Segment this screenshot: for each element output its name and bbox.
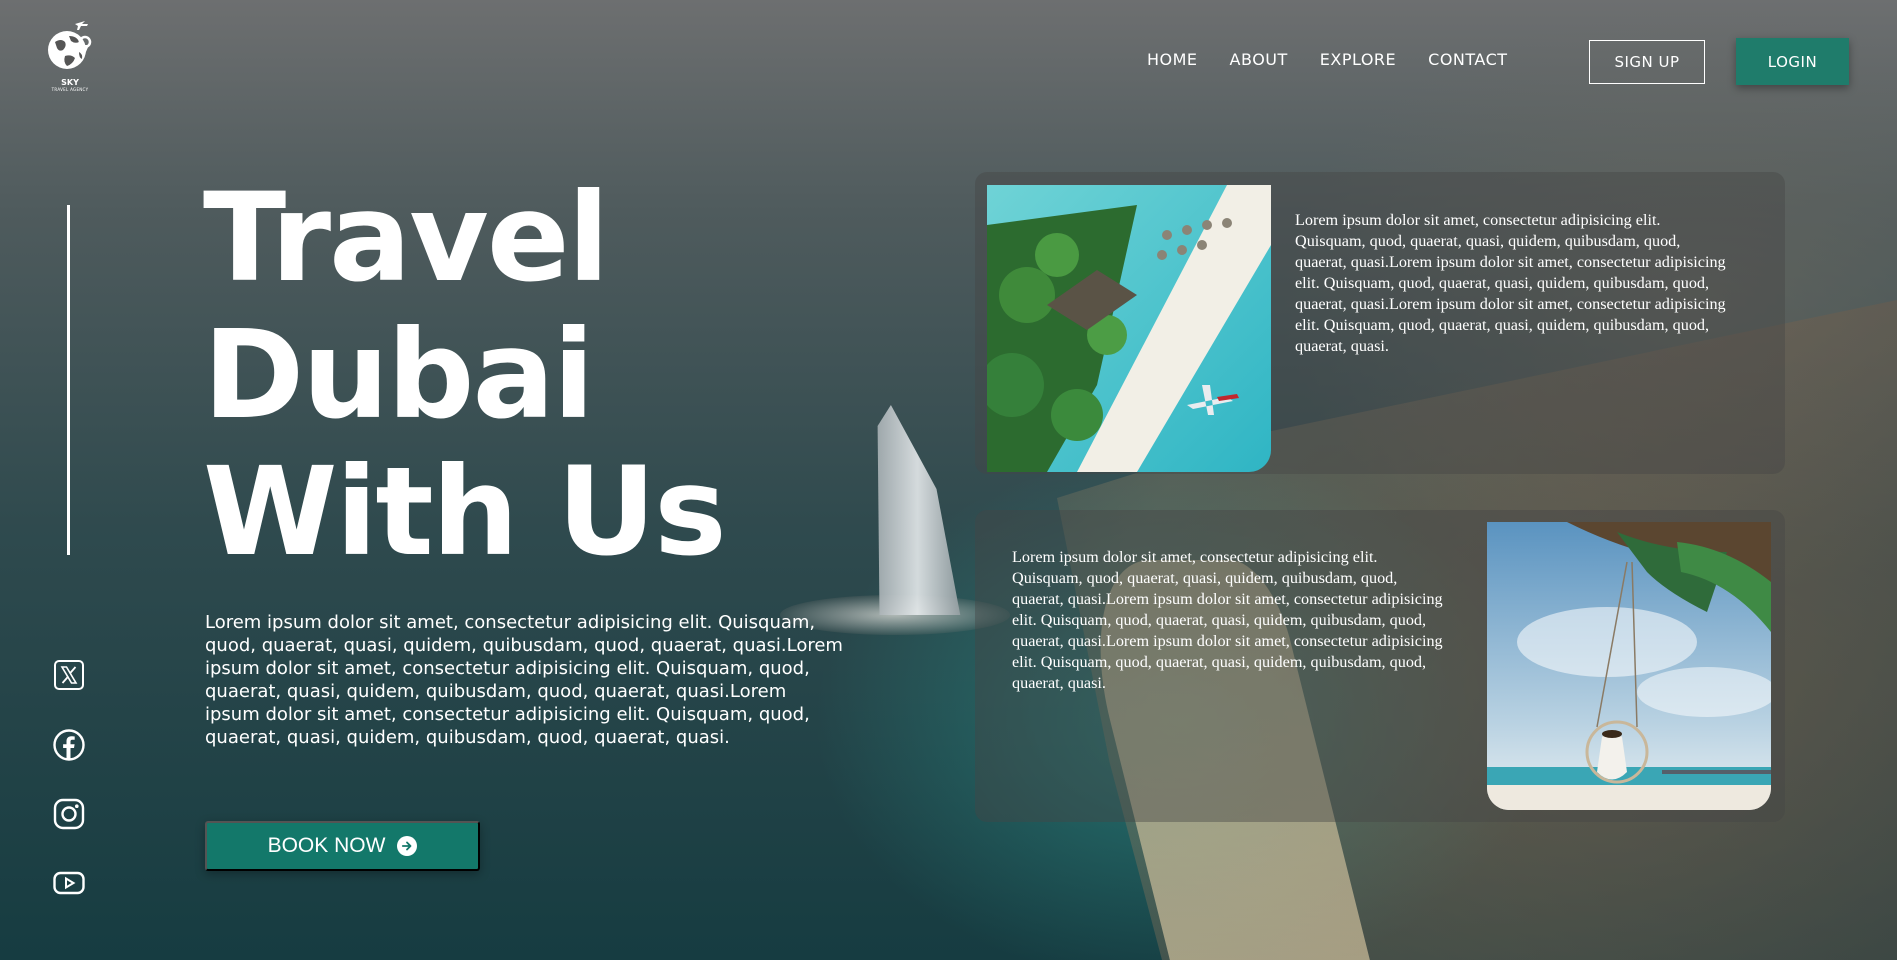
book-now-button[interactable]: BOOK NOW xyxy=(205,821,480,871)
background-burj-al-arab xyxy=(877,405,961,615)
nav-about[interactable]: ABOUT xyxy=(1230,50,1288,69)
facebook-link[interactable] xyxy=(50,726,88,764)
nav-contact[interactable]: CONTACT xyxy=(1428,50,1507,69)
feature-card-swing: Lorem ipsum dolor sit amet, consectetur … xyxy=(975,510,1785,822)
login-button[interactable]: LOGIN xyxy=(1736,38,1849,85)
youtube-link[interactable] xyxy=(50,864,88,902)
hero-description: Lorem ipsum dolor sit amet, consectetur … xyxy=(205,612,843,748)
main-nav: HOME ABOUT EXPLORE CONTACT xyxy=(1147,50,1508,69)
card-description: Lorem ipsum dolor sit amet, consectetur … xyxy=(1295,211,1726,355)
brand-name: SKY xyxy=(61,78,79,87)
hero-title-line: Dubai xyxy=(203,304,595,446)
book-now-label: BOOK NOW xyxy=(267,834,386,857)
brand-tagline: TRAVEL AGENCY xyxy=(51,87,89,92)
hero-title-line: Travel xyxy=(203,167,609,309)
arrow-right-circle-icon xyxy=(397,836,418,856)
maldives-beach-image xyxy=(987,185,1271,472)
feature-card-maldives: Lorem ipsum dolor sit amet, consectetur … xyxy=(975,172,1785,474)
card-description: Lorem ipsum dolor sit amet, consectetur … xyxy=(1012,548,1443,692)
globe-plane-icon xyxy=(48,21,92,69)
decorative-divider xyxy=(67,205,70,555)
signup-button[interactable]: SIGN UP xyxy=(1589,40,1705,84)
instagram-link[interactable] xyxy=(50,795,88,833)
x-icon xyxy=(54,660,84,690)
palm-swing-image xyxy=(1487,522,1771,810)
hero-title-line: With Us xyxy=(203,441,727,583)
youtube-icon xyxy=(53,871,85,895)
instagram-icon xyxy=(53,798,85,830)
nav-explore[interactable]: EXPLORE xyxy=(1320,50,1396,69)
nav-home[interactable]: HOME xyxy=(1147,50,1198,69)
hero-title: Travel Dubai With Us xyxy=(203,167,727,583)
brand-logo[interactable]: SKY TRAVEL AGENCY xyxy=(42,20,98,100)
x-link[interactable] xyxy=(50,656,88,694)
facebook-icon xyxy=(53,729,85,761)
